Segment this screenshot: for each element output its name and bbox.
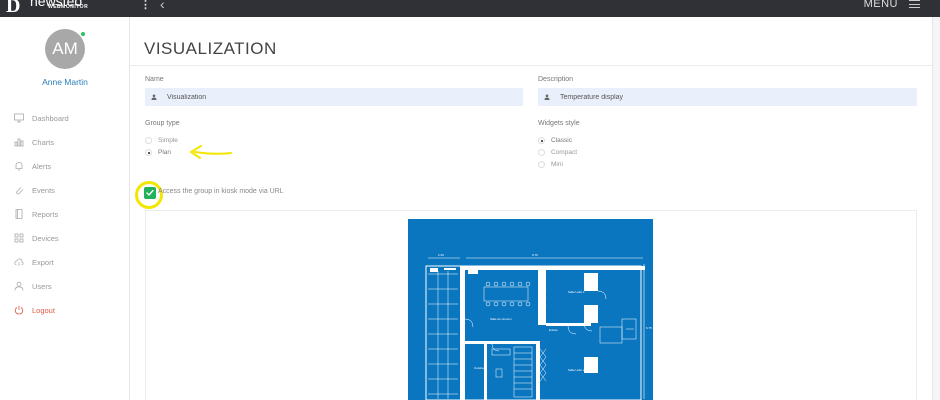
widgets-style-label: Widgets style (538, 120, 580, 127)
online-status-dot (80, 31, 86, 37)
radio-label: Compact (551, 149, 578, 156)
check-icon (146, 189, 154, 196)
power-icon (14, 305, 24, 315)
sidebar-item-charts[interactable]: Charts (0, 130, 130, 154)
widgets-style-compact-radio[interactable]: Compact (538, 149, 577, 156)
divider (130, 65, 940, 66)
room-label: Entrée (549, 328, 558, 332)
sidebar-item-reports[interactable]: Reports (0, 202, 130, 226)
description-label: Description (538, 76, 574, 83)
user-icon (544, 94, 550, 100)
sidebar-item-label: Dashboard (32, 113, 69, 123)
hamburger-icon[interactable] (909, 0, 920, 8)
sidebar-item-users[interactable]: Users (0, 274, 130, 298)
description-field-wrapper (538, 88, 917, 106)
radio-label: Mini (551, 161, 563, 168)
kiosk-mode-label[interactable]: Access the group in kiosk mode via URL (158, 188, 284, 195)
top-bar: D newsteo WEBMONITOR ⋮ ‹ MENU (0, 0, 940, 17)
name-input[interactable] (167, 93, 467, 101)
user-icon (151, 94, 157, 100)
radio-label: Simple (158, 137, 178, 144)
more-vertical-icon[interactable]: ⋮ (140, 0, 151, 11)
floor-plan-drawing: 2.29 9.70 6.75 Salle de réunion Salle La… (425, 253, 652, 400)
grid-icon (14, 233, 24, 243)
sidebar-item-logout[interactable]: Logout (0, 298, 130, 322)
cloud-upload-icon (14, 257, 24, 267)
avatar[interactable]: AM (45, 29, 85, 69)
user-icon (14, 281, 24, 291)
radio-label: Plan (158, 149, 172, 156)
floor-plan-image[interactable]: 2.29 9.70 6.75 Salle de réunion Salle La… (408, 219, 653, 400)
name-label: Name (145, 76, 164, 83)
kiosk-mode-checkbox[interactable] (144, 187, 156, 199)
name-field-wrapper (145, 88, 523, 106)
radio-dot (538, 149, 545, 156)
menu-label[interactable]: MENU (864, 0, 898, 10)
user-name[interactable]: Anne Martin (0, 77, 130, 87)
group-type-plan-radio[interactable]: Plan (145, 149, 171, 156)
sidebar-item-label: Events (32, 185, 55, 195)
book-icon (14, 209, 24, 219)
sidebar-nav: Dashboard Charts Alerts Events Reports D… (0, 106, 130, 322)
chevron-left-icon[interactable]: ‹ (160, 0, 165, 11)
sidebar-item-alerts[interactable]: Alerts (0, 154, 130, 178)
sidebar-item-label: Users (32, 281, 52, 291)
room-label: Salle de réunion (490, 317, 512, 321)
radio-dot (538, 161, 545, 168)
sidebar-item-dashboard[interactable]: Dashboard (0, 106, 130, 130)
room-label: Cuisine (474, 366, 484, 370)
sidebar-item-events[interactable]: Events (0, 178, 130, 202)
group-type-simple-radio[interactable]: Simple (145, 137, 178, 144)
logo-subtitle: WEBMONITOR (48, 4, 89, 10)
radio-dot (145, 137, 152, 144)
sidebar-item-label: Logout (32, 305, 55, 315)
sidebar: AM Anne Martin Dashboard Charts Alerts E… (0, 17, 130, 400)
logo-icon: D (6, 0, 21, 17)
sidebar-item-export[interactable]: Export (0, 250, 130, 274)
sidebar-item-devices[interactable]: Devices (0, 226, 130, 250)
page-title: VISUALIZATION (144, 39, 277, 58)
annotation-arrow-icon (190, 145, 232, 159)
radio-label: Classic (551, 137, 572, 144)
bar-chart-icon (14, 137, 24, 147)
radio-dot (538, 137, 545, 144)
widgets-style-classic-radio[interactable]: Classic (538, 137, 572, 144)
sidebar-item-label: Devices (32, 233, 59, 243)
paperclip-icon (14, 185, 24, 195)
scrollbar[interactable] (932, 17, 940, 400)
sidebar-item-label: Charts (32, 137, 55, 147)
widgets-style-mini-radio[interactable]: Mini (538, 161, 563, 168)
dimension-label: 2.29 (438, 253, 444, 257)
radio-dot (145, 149, 152, 156)
sidebar-item-label: Export (32, 257, 54, 267)
room-label: Salle Labo 1 (568, 290, 585, 294)
dimension-label: 9.70 (532, 253, 538, 257)
room-label: Salle Labo 2 (568, 368, 585, 372)
description-input[interactable] (560, 93, 860, 101)
bell-icon (14, 161, 24, 171)
group-type-label: Group type (145, 120, 180, 127)
sidebar-item-label: Reports (32, 209, 59, 219)
dimension-label: 6.75 (646, 326, 652, 330)
sidebar-item-label: Alerts (32, 161, 52, 171)
monitor-icon (14, 113, 24, 123)
